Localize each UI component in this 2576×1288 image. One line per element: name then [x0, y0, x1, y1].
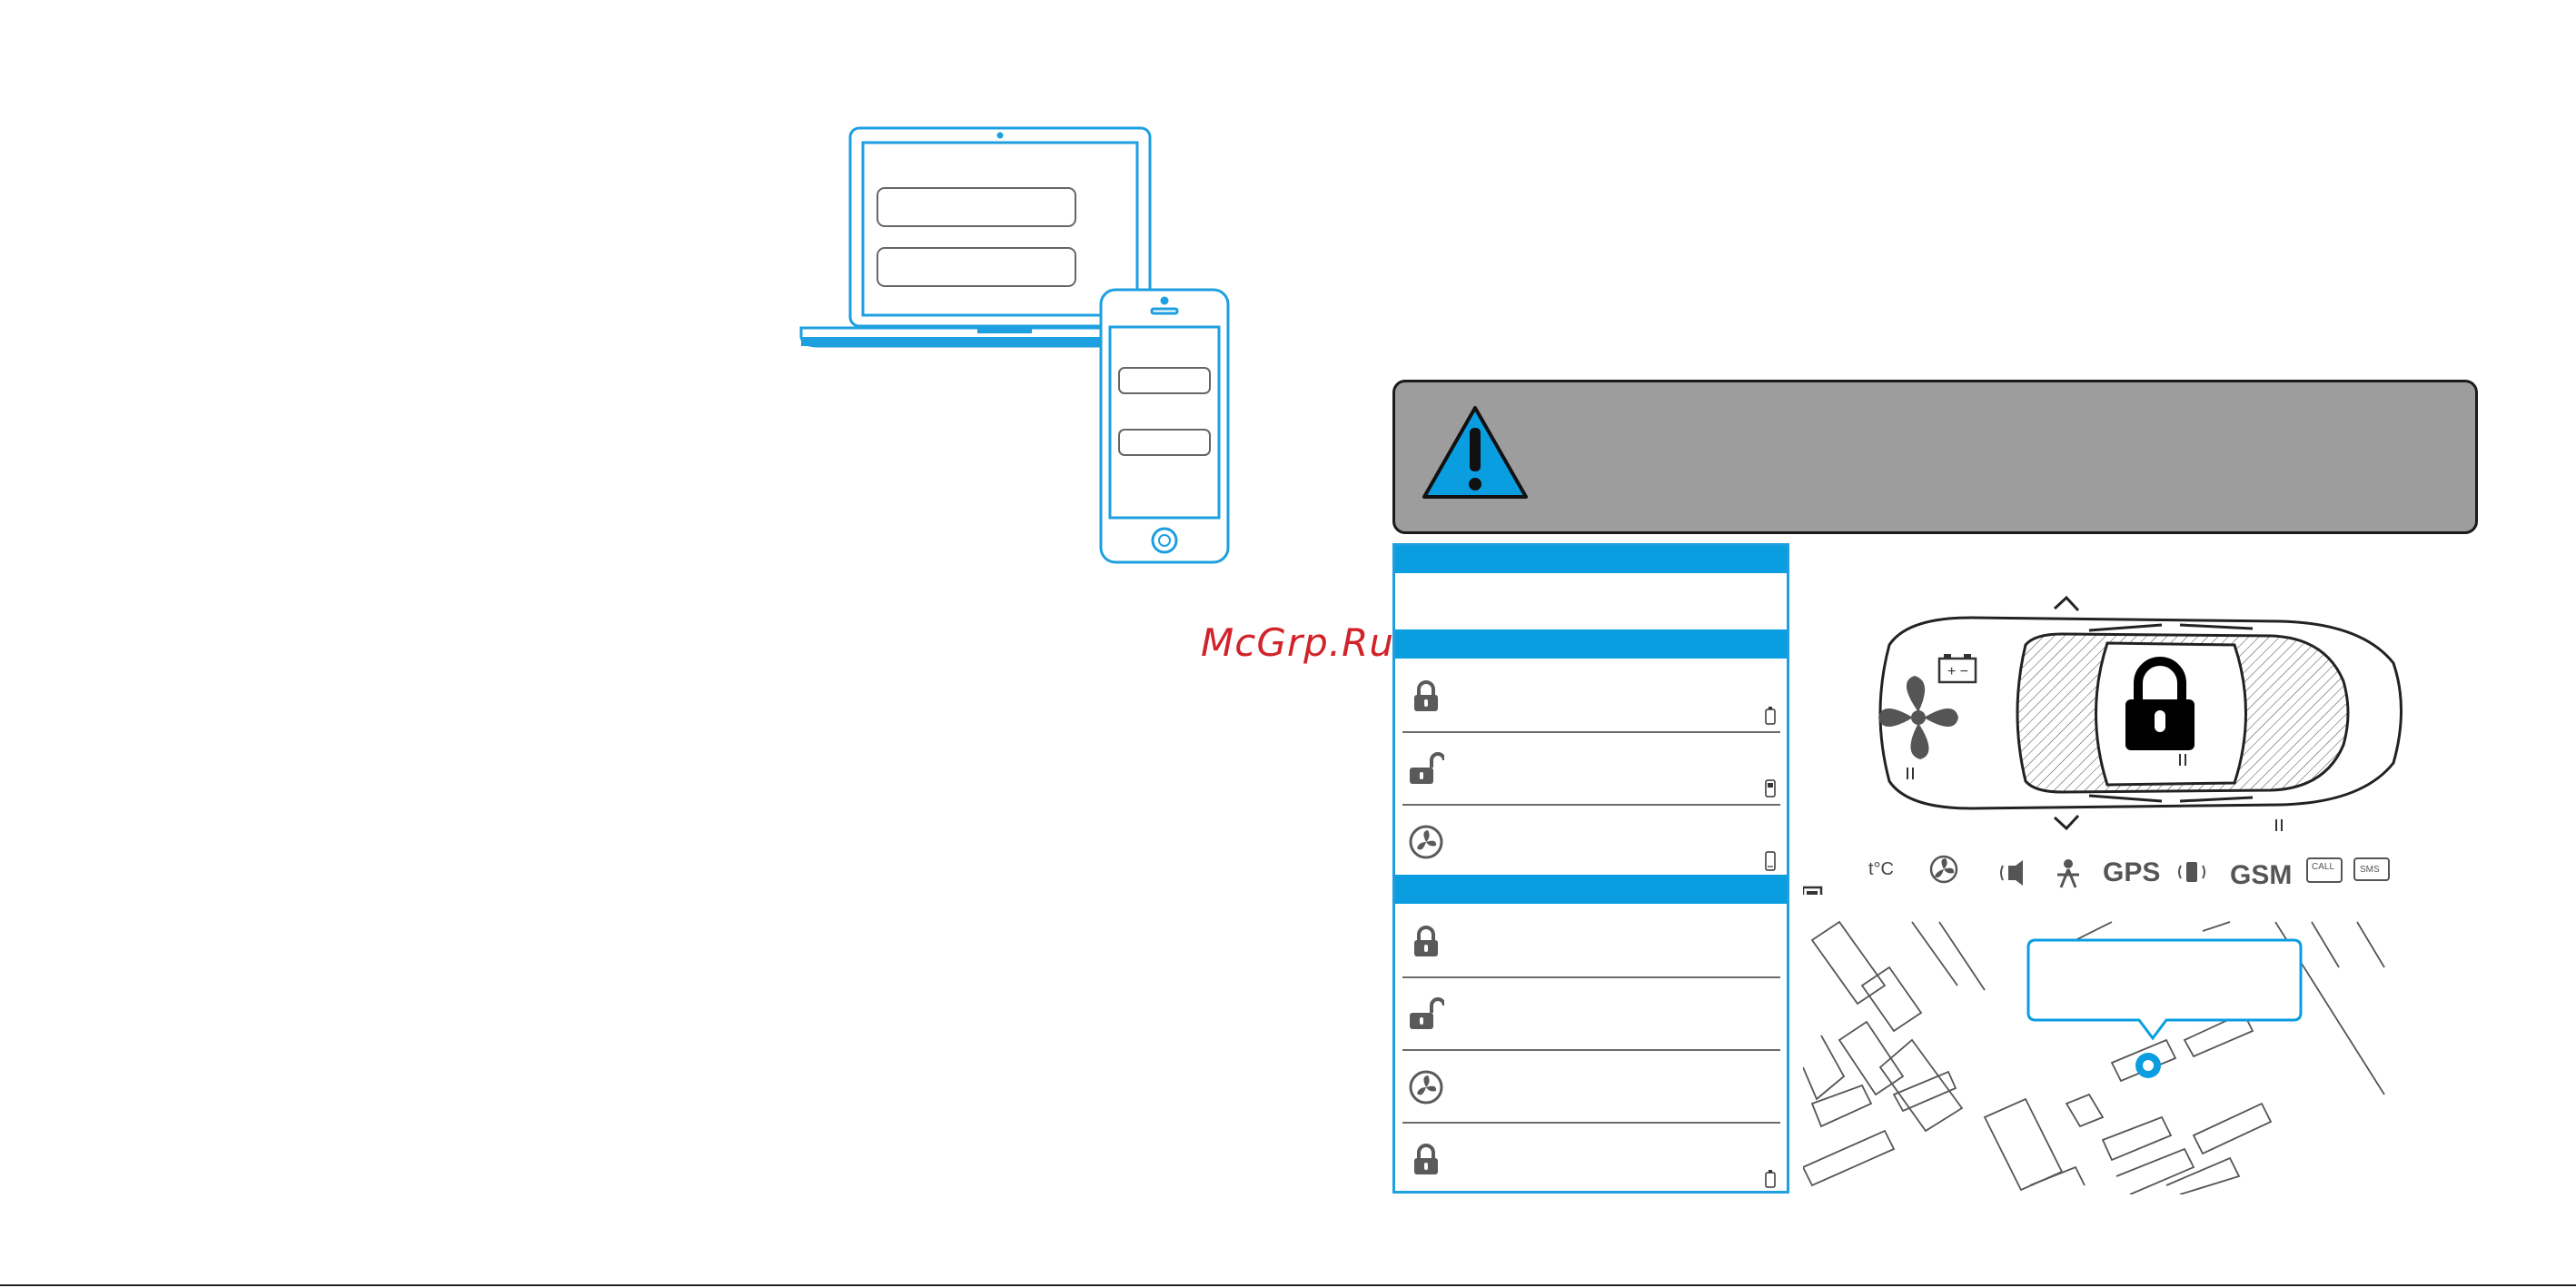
alarm-sensor-icon — [2057, 859, 2079, 888]
warning-banner — [1392, 380, 2478, 534]
laptop-phone-illustration — [799, 126, 1230, 564]
smartphone-icon — [1099, 288, 1230, 564]
page-bottom-rule — [0, 1284, 2576, 1286]
watermark: McGrp.Ru — [1201, 620, 1394, 665]
command-row-unlock-2[interactable] — [1402, 976, 1780, 1051]
vibration-icon — [2178, 862, 2205, 882]
location-pin-icon — [2135, 1053, 2161, 1078]
svg-text:SMS: SMS — [2360, 865, 2380, 875]
lock-open-icon — [1410, 997, 1444, 1029]
command-row-unlock[interactable] — [1402, 731, 1780, 806]
key-fob-icon — [1765, 707, 1776, 725]
command-row-lock[interactable] — [1402, 659, 1780, 733]
horn-icon — [2000, 860, 2023, 886]
command-row-lock-3[interactable] — [1402, 1122, 1780, 1194]
gsm-icon: GSM — [2230, 860, 2292, 890]
battery-icon: + − — [1937, 654, 1977, 684]
location-callout — [2026, 938, 2303, 1041]
key-fob-icon — [1765, 1170, 1776, 1188]
car-top-view: + − — [1878, 595, 2403, 831]
call-icon: CALL — [2306, 857, 2343, 883]
command-row-engine-2[interactable] — [1402, 1049, 1780, 1124]
section-bar-2 — [1395, 875, 1787, 904]
map-view — [1803, 920, 2385, 1194]
status-icons-row: t°C GPS GSM CALL SMS — [1801, 849, 2403, 913]
lock-closed-icon — [1414, 1144, 1438, 1174]
panel-header-bar — [1395, 546, 1787, 573]
warning-triangle-icon — [1422, 406, 1528, 499]
svg-text:+ −: + − — [1947, 664, 1968, 679]
command-panel — [1392, 543, 1789, 1194]
engine-fan-icon — [1929, 855, 1958, 884]
remote-icon — [1765, 779, 1776, 798]
command-row-lock-2[interactable] — [1402, 904, 1780, 978]
gps-icon: GPS — [2103, 857, 2160, 887]
engine-fan-icon — [1409, 1070, 1443, 1105]
command-row-engine[interactable] — [1402, 804, 1780, 878]
temperature-icon: t°C — [1868, 859, 1894, 879]
engine-fan-icon — [1409, 825, 1443, 859]
lock-open-icon — [1410, 752, 1444, 784]
phone-icon — [1765, 851, 1776, 871]
lock-closed-icon — [1414, 680, 1438, 711]
sms-icon: SMS — [2353, 857, 2390, 881]
fuel-pump-icon — [1801, 886, 1828, 913]
lock-closed-icon — [1414, 926, 1438, 956]
svg-text:CALL: CALL — [2312, 862, 2334, 872]
section-bar-1 — [1395, 629, 1787, 659]
